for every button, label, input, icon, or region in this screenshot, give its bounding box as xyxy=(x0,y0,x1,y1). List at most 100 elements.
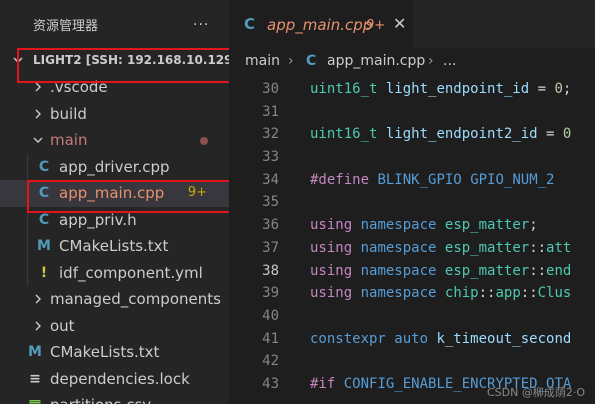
tree-item-cmakelists-txt[interactable]: M CMakeLists.txt xyxy=(0,233,229,260)
code-line[interactable]: 36 using namespace esp_matter; xyxy=(229,214,595,237)
tree-item-app-main-cpp[interactable]: Capp_main.cpp 9+ xyxy=(0,180,229,207)
breadcrumb-item-file[interactable]: app_main.cpp xyxy=(327,53,425,69)
code-token: :: xyxy=(529,262,547,279)
explorer-sidebar: 资源管理器 ··· LIGHT2 [SSH: 192.168.10.129] .… xyxy=(0,0,229,404)
code-line[interactable]: 40 xyxy=(229,305,595,328)
code-line[interactable]: 33 xyxy=(229,146,595,169)
code-line[interactable]: 37 using namespace esp_matter::att xyxy=(229,237,595,260)
line-number: 43 xyxy=(262,375,279,392)
line-number: 40 xyxy=(262,307,279,324)
code-token: light_endpoint2_id xyxy=(385,126,538,143)
code-line[interactable]: 41 constexpr auto k_timeout_second xyxy=(229,328,595,351)
tree-item-main[interactable]: main xyxy=(0,127,229,154)
line-number: 41 xyxy=(262,330,279,347)
cmake-file-icon: M xyxy=(28,344,42,360)
tree-item-out[interactable]: out xyxy=(0,313,229,340)
code-text: using namespace esp_matter; xyxy=(310,217,538,233)
code-token: constexpr xyxy=(310,330,386,347)
breadcrumb: main › C app_main.cpp › ... xyxy=(229,50,595,74)
chevron-down-icon xyxy=(33,137,43,143)
code-line[interactable]: 31 xyxy=(229,101,595,124)
code-token: Clus xyxy=(537,285,572,302)
tree-item-label: main xyxy=(50,131,88,149)
chevron-right-icon xyxy=(35,109,41,118)
code-view[interactable]: 30 uint16_t light_endpoint_id = 0; 31 32 uin… xyxy=(229,78,595,396)
code-token: ; xyxy=(562,81,572,97)
code-token: GPIO_NUM_2 xyxy=(470,171,555,188)
explorer-title: 资源管理器 xyxy=(33,19,99,34)
code-line[interactable]: 30 uint16_t light_endpoint_id = 0; xyxy=(229,78,595,101)
code-token: :: xyxy=(520,285,538,302)
code-token: = xyxy=(529,81,555,97)
line-number: 42 xyxy=(262,353,279,370)
code-token: light_endpoint_id xyxy=(385,81,530,97)
code-token: k_timeout_second xyxy=(436,330,572,347)
code-token: using xyxy=(310,285,353,302)
breadcrumb-item-main[interactable]: main xyxy=(245,53,280,69)
code-line[interactable]: 38 using namespace esp_matter::end xyxy=(229,260,595,283)
code-text: uint16_t light_endpoint_id = 0; xyxy=(310,81,571,97)
tree-item-label: .vscode xyxy=(50,78,108,96)
code-token: :: xyxy=(529,239,547,256)
tree-item-build[interactable]: build xyxy=(0,101,229,128)
code-token: uint16_t xyxy=(310,126,378,143)
workspace-root[interactable]: LIGHT2 [SSH: 192.168.10.129] xyxy=(0,48,229,74)
code-line[interactable]: 35 xyxy=(229,191,595,214)
code-token: end xyxy=(546,262,572,279)
code-token: att xyxy=(546,239,572,256)
tree-item-label: dependencies.lock xyxy=(50,369,190,388)
code-text: #define BLINK_GPIO GPIO_NUM_2 xyxy=(310,172,554,188)
breadcrumb-item-symbol[interactable]: ... xyxy=(443,53,456,69)
line-number: 30 xyxy=(262,81,279,97)
tree-item-label: idf_component.yml xyxy=(59,263,203,282)
line-number: 37 xyxy=(262,239,279,256)
problems-badge: 9+ xyxy=(366,18,386,33)
tab-app-main-cpp[interactable]: C app_main.cpp 9+ ✕ xyxy=(229,0,413,48)
more-actions-icon[interactable]: ··· xyxy=(193,17,209,33)
code-token: using xyxy=(310,262,353,279)
code-line[interactable]: 39 using namespace chip::app::Clus xyxy=(229,282,595,305)
tree-item-label: build xyxy=(50,104,87,123)
tree-item-partitions-csv[interactable]: ▦ partitions.csv xyxy=(0,392,229,404)
file-tree: .vscode build main Capp_driver.cpp Capp_main… xyxy=(0,74,229,404)
tree-item-dependencies-lock[interactable]: ≡ dependencies.lock xyxy=(0,366,229,393)
code-token: 0 xyxy=(554,81,563,97)
modified-dot-icon xyxy=(200,137,208,145)
code-line[interactable]: 32 uint16_t light_endpoint2_id = 0 xyxy=(229,123,595,146)
tree-item-label: app_priv.h xyxy=(59,210,137,229)
tree-item-app-priv-h[interactable]: Capp_priv.h xyxy=(0,207,229,234)
tree-item-label: app_main.cpp xyxy=(59,184,165,202)
tree-item-cmakelists-txt[interactable]: M CMakeLists.txt xyxy=(0,339,229,366)
tree-item-idf-component-yml[interactable]: ! idf_component.yml xyxy=(0,260,229,287)
code-token: auto xyxy=(394,330,429,347)
tree-item-managed-components[interactable]: managed_components xyxy=(0,286,229,313)
tree-item-vscode[interactable]: .vscode xyxy=(0,74,229,101)
code-line[interactable]: 42 xyxy=(229,350,595,373)
chevron-right-icon xyxy=(35,82,41,92)
code-text: uint16_t light_endpoint2_id = 0 xyxy=(310,126,571,142)
tab-label: app_main.cpp xyxy=(267,16,373,34)
tree-item-label: app_driver.cpp xyxy=(59,157,170,176)
line-number: 31 xyxy=(262,103,279,120)
code-token: 0 xyxy=(562,126,572,143)
close-icon[interactable]: ✕ xyxy=(393,14,406,33)
code-token: ; xyxy=(529,217,538,234)
code-token: esp_matter xyxy=(444,217,530,234)
code-token: :: xyxy=(478,285,496,302)
tree-item-app-driver-cpp[interactable]: Capp_driver.cpp xyxy=(0,154,229,181)
code-line[interactable]: 34 #define BLINK_GPIO GPIO_NUM_2 xyxy=(229,169,595,192)
line-number: 33 xyxy=(262,149,279,166)
yaml-file-icon: ! xyxy=(40,264,48,281)
chevron-right-icon xyxy=(35,294,41,304)
lock-file-icon: ≡ xyxy=(29,370,41,387)
code-token: esp_matter xyxy=(444,262,530,279)
line-number: 39 xyxy=(262,285,279,302)
chevron-right-icon xyxy=(35,321,41,330)
line-number: 34 xyxy=(262,171,279,188)
code-token: using xyxy=(310,239,353,256)
watermark: CSDN @柳成荫2·O xyxy=(486,386,585,399)
